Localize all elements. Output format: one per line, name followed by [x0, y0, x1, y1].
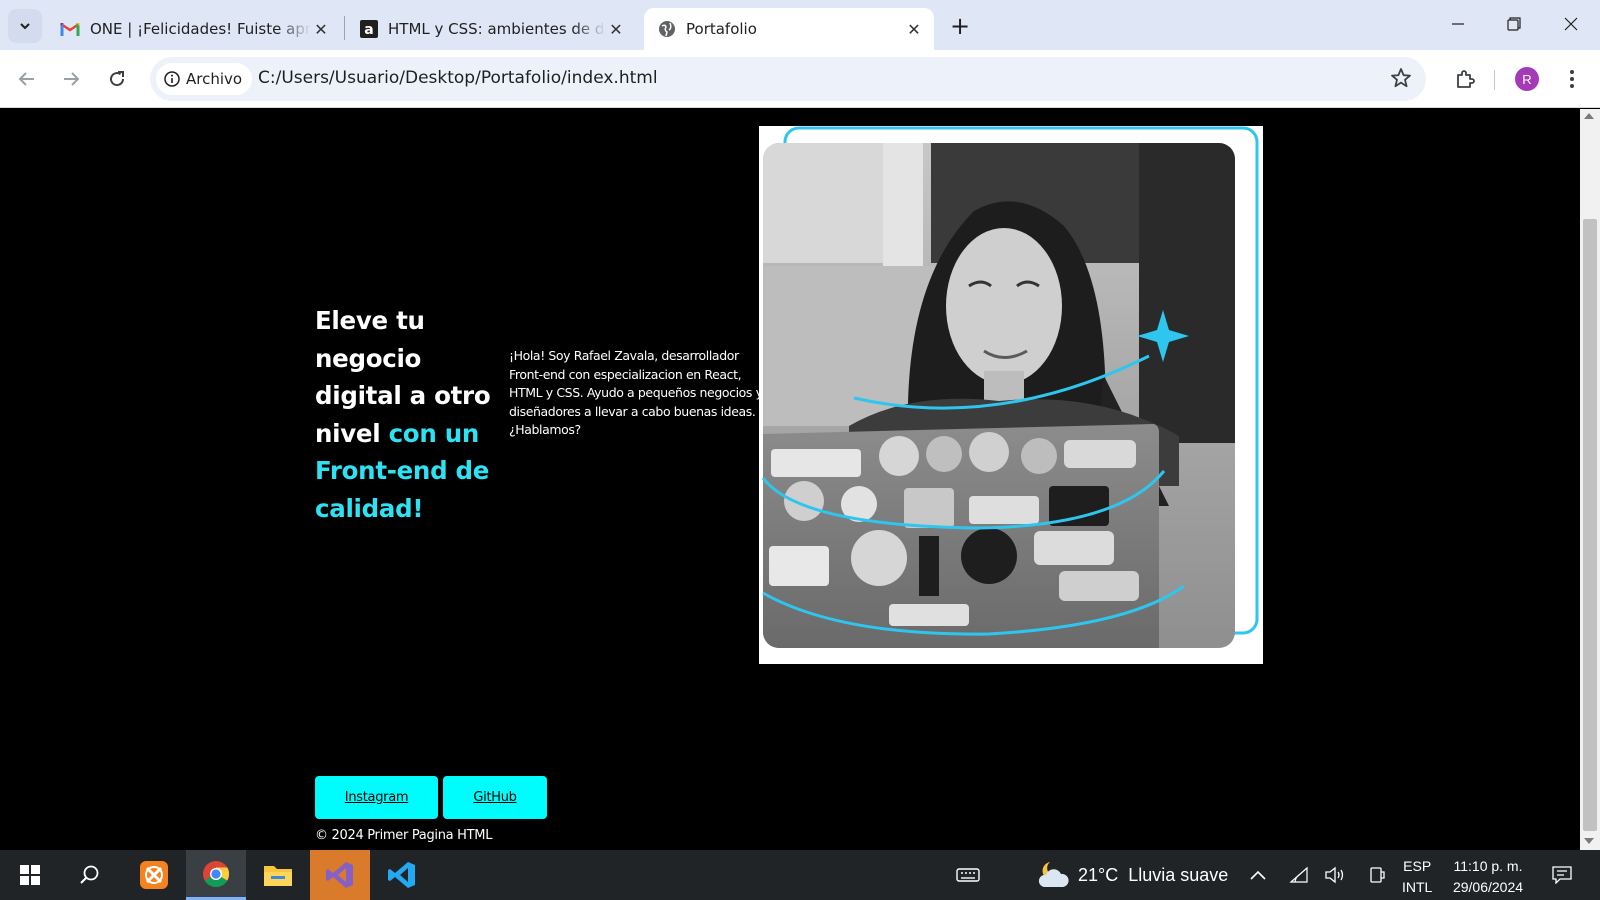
weather-text: 21°C Lluvia suave	[1078, 865, 1228, 886]
windows-logo-icon	[20, 865, 40, 885]
weather-condition: Lluvia suave	[1128, 864, 1229, 885]
network-button[interactable]	[1284, 850, 1314, 900]
taskbar-xampp[interactable]	[124, 850, 184, 900]
instagram-button[interactable]: Instagram	[315, 776, 438, 819]
scroll-down-arrow-icon[interactable]	[1584, 838, 1594, 844]
device-icon	[1370, 867, 1385, 883]
show-hidden-icons-button[interactable]	[1243, 850, 1273, 900]
tab-title: HTML y CSS: ambientes de desarrollo	[388, 20, 606, 38]
speaker-icon	[1325, 866, 1344, 884]
notification-icon	[1552, 866, 1572, 884]
tab-strip: ONE | ¡Felicidades! Fuiste aprobado ✕ a …	[0, 0, 1600, 50]
new-tab-button[interactable]: +	[946, 12, 974, 40]
windows-taskbar: 21°C Lluvia suave ESP INTL 11:10 p. m. 2…	[0, 850, 1600, 900]
keyboard-icon	[956, 868, 980, 882]
wifi-icon	[1289, 866, 1308, 883]
browser-menu-button[interactable]	[1557, 62, 1587, 96]
info-icon	[164, 71, 180, 87]
search-button[interactable]	[60, 850, 120, 900]
url-text[interactable]: C:/Users/Usuario/Desktop/Portafolio/inde…	[258, 68, 658, 88]
tab-portafolio[interactable]: Portafolio ✕	[644, 8, 934, 50]
forward-button[interactable]	[54, 62, 88, 96]
address-bar[interactable]: Archivo C:/Users/Usuario/Desktop/Portafo…	[150, 57, 1426, 101]
star-icon	[1391, 68, 1411, 88]
visual-studio-icon	[326, 862, 353, 888]
xampp-icon	[140, 861, 168, 889]
restore-icon	[1507, 17, 1521, 31]
scroll-up-arrow-icon[interactable]	[1584, 113, 1594, 119]
back-button[interactable]	[10, 62, 44, 96]
touch-keyboard-button[interactable]	[950, 850, 986, 900]
taskbar-visual-studio[interactable]	[310, 850, 370, 900]
gmail-icon	[60, 22, 80, 36]
chevron-down-icon	[20, 23, 30, 30]
weather-widget[interactable]: 21°C Lluvia suave	[1036, 850, 1228, 900]
github-button[interactable]: GitHub	[443, 776, 547, 819]
search-icon	[80, 865, 99, 884]
extensions-button[interactable]	[1448, 62, 1482, 96]
close-window-button[interactable]	[1543, 0, 1599, 48]
tab-title: Portafolio	[686, 20, 757, 38]
start-button[interactable]	[0, 850, 60, 900]
minimize-icon	[1452, 23, 1464, 25]
intro-paragraph: ¡Hola! Soy Rafael Zavala, desarrollador …	[509, 348, 763, 437]
tab-gmail[interactable]: ONE | ¡Felicidades! Fuiste aprobado ✕	[46, 8, 341, 50]
scroll-thumb[interactable]	[1583, 219, 1597, 831]
alura-icon: a	[360, 20, 378, 38]
restore-button[interactable]	[1486, 0, 1542, 48]
minimize-button[interactable]	[1430, 0, 1486, 48]
reload-icon	[110, 71, 125, 87]
keyboard-layout: INTL	[1402, 879, 1433, 895]
tab-separator	[344, 16, 345, 40]
close-icon	[1564, 17, 1578, 31]
notifications-button[interactable]	[1545, 850, 1579, 900]
volume-button[interactable]	[1320, 850, 1350, 900]
page-viewport: Eleve tu negocio digital a otro nivel co…	[0, 109, 1580, 850]
weather-temp: 21°C	[1078, 864, 1119, 885]
chrome-icon	[203, 860, 230, 887]
portrait-photo	[761, 126, 1259, 648]
taskbar-vscode[interactable]	[372, 850, 432, 900]
folder-icon	[264, 866, 292, 886]
taskbar-clock[interactable]: 11:10 p. m. 29/06/2024	[1446, 856, 1530, 898]
close-tab-icon[interactable]: ✕	[606, 19, 626, 39]
arrow-left-icon	[18, 72, 34, 86]
tab-search-button[interactable]	[8, 9, 42, 43]
clock-time: 11:10 p. m.	[1453, 858, 1523, 874]
close-tab-icon[interactable]: ✕	[311, 19, 331, 39]
tab-title: ONE | ¡Felicidades! Fuiste aprobado	[90, 20, 311, 38]
kebab-menu-icon	[1570, 70, 1574, 88]
taskbar-file-explorer[interactable]	[248, 850, 308, 900]
page-scrollbar[interactable]	[1580, 109, 1600, 850]
language-code: ESP	[1403, 858, 1432, 874]
input-language-indicator[interactable]: ESP INTL	[1402, 856, 1432, 898]
globe-icon	[659, 21, 675, 37]
tab-alura[interactable]: a HTML y CSS: ambientes de desarrollo ✕	[346, 8, 636, 50]
bookmark-button[interactable]	[1390, 67, 1412, 93]
hero-image	[759, 126, 1263, 664]
hero-headline: Eleve tu negocio digital a otro nivel co…	[315, 302, 515, 527]
close-tab-icon[interactable]: ✕	[904, 19, 924, 39]
social-links: Instagram GitHub	[315, 776, 547, 819]
site-chip-label: Archivo	[186, 70, 243, 88]
meet-now-button[interactable]	[1362, 850, 1392, 900]
arrow-right-icon	[64, 72, 80, 86]
taskbar-chrome[interactable]	[186, 850, 246, 900]
footer-copyright: © 2024 Primer Pagina HTML	[315, 828, 493, 843]
vscode-icon	[388, 862, 415, 888]
browser-toolbar: Archivo C:/Users/Usuario/Desktop/Portafo…	[0, 50, 1600, 108]
toolbar-divider	[1494, 70, 1495, 90]
site-info-chip[interactable]: Archivo	[156, 63, 253, 95]
weather-cloud-moon-icon	[1038, 862, 1069, 887]
chevron-up-icon	[1250, 870, 1266, 880]
reload-button[interactable]	[100, 62, 134, 96]
svg-text:a: a	[364, 22, 373, 38]
clock-date: 29/06/2024	[1452, 879, 1524, 895]
profile-avatar[interactable]: R	[1515, 67, 1539, 91]
puzzle-icon	[1457, 70, 1475, 88]
